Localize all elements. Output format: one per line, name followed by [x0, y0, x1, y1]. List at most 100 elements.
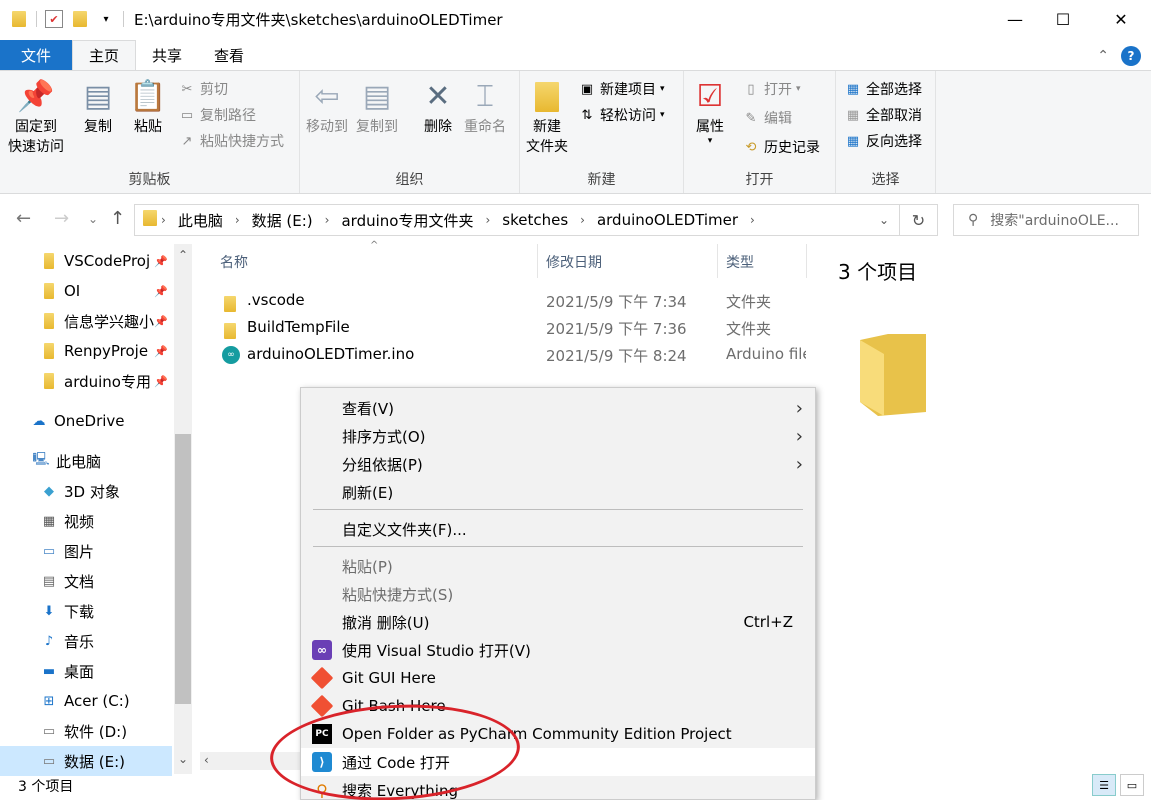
- scroll-down-icon[interactable]: ⌄: [174, 752, 192, 766]
- column-separator[interactable]: [537, 244, 538, 278]
- menu-item-search-everything[interactable]: ⚲ 搜索 Everything: [301, 776, 815, 800]
- up-icon[interactable]: ↑: [110, 208, 125, 229]
- copy-to-button[interactable]: ▤ 复制到: [356, 77, 398, 137]
- group-label: 选择: [871, 172, 900, 188]
- copy-path-button[interactable]: ▭ 复制路径: [178, 105, 256, 125]
- menu-item-undo-delete[interactable]: 撤消 删除(U) Ctrl+Z: [301, 608, 815, 636]
- collapse-ribbon-icon[interactable]: ⌃: [1097, 48, 1109, 64]
- easy-access-button[interactable]: ⇅ 轻松访问 ▾: [578, 105, 665, 125]
- sidebar-item-oi[interactable]: OI 📌: [0, 276, 172, 306]
- forward-icon[interactable]: →: [54, 208, 69, 229]
- sidebar-item-onedrive[interactable]: ☁ OneDrive: [0, 406, 172, 436]
- pin-quick-access-button[interactable]: 📌 固定到 快速访问: [8, 77, 64, 157]
- breadcrumb-drive-e[interactable]: 数据 (E:): [244, 210, 321, 231]
- rename-button[interactable]: ⌶ 重命名: [464, 77, 506, 137]
- copy-button[interactable]: ▤ 复制: [80, 77, 116, 137]
- menu-item-paste-shortcut[interactable]: 粘贴快捷方式(S): [301, 580, 815, 608]
- tab-home[interactable]: 主页: [72, 40, 137, 70]
- breadcrumb-current[interactable]: arduinoOLEDTimer: [589, 211, 746, 229]
- column-separator[interactable]: [717, 244, 718, 278]
- address-dropdown-icon[interactable]: ⌄: [879, 213, 889, 227]
- help-icon[interactable]: ?: [1121, 46, 1141, 66]
- sidebar-scrollbar[interactable]: ⌃ ⌄: [174, 244, 192, 774]
- menu-item-refresh[interactable]: 刷新(E): [301, 478, 815, 506]
- move-to-button[interactable]: ⇦ 移动到: [306, 77, 348, 137]
- delete-button[interactable]: ✕ 删除: [420, 77, 456, 137]
- sidebar-item-vscodeproj[interactable]: VSCodeProj 📌: [0, 246, 172, 276]
- tab-file[interactable]: 文件: [0, 40, 72, 70]
- chevron-right-icon[interactable]: ›: [231, 213, 244, 227]
- select-all-button[interactable]: ▦ 全部选择: [844, 79, 922, 99]
- menu-item-group[interactable]: 分组依据(P) ›: [301, 450, 815, 478]
- menu-item-open-visual-studio[interactable]: ∞ 使用 Visual Studio 打开(V): [301, 636, 815, 664]
- invert-selection-label: 反向选择: [866, 134, 922, 150]
- cut-button[interactable]: ✂ 剪切: [178, 79, 228, 99]
- menu-item-open-pycharm[interactable]: PC Open Folder as PyCharm Community Edit…: [301, 720, 815, 748]
- search-box[interactable]: ⚲ 搜索"arduinoOLE...: [953, 204, 1139, 236]
- details-view-button[interactable]: ☰: [1092, 774, 1116, 796]
- sidebar-item-info-group[interactable]: 信息学兴趣小 📌: [0, 306, 172, 336]
- back-icon[interactable]: ←: [16, 208, 31, 229]
- scrollbar-thumb[interactable]: [175, 434, 191, 704]
- chevron-right-icon[interactable]: ›: [746, 213, 759, 227]
- menu-item-git-bash[interactable]: Git Bash Here: [301, 692, 815, 720]
- menu-item-open-with-code[interactable]: ⟩ 通过 Code 打开: [301, 748, 815, 776]
- tab-view[interactable]: 查看: [198, 40, 260, 70]
- sidebar-item-drive-c[interactable]: ⊞ Acer (C:): [0, 686, 172, 716]
- sidebar-item-documents[interactable]: ▤ 文档: [0, 566, 172, 596]
- close-button[interactable]: ✕: [1098, 0, 1144, 38]
- sidebar-item-drive-e[interactable]: ▭ 数据 (E:): [0, 746, 172, 776]
- paste-button[interactable]: 📋 粘贴: [129, 77, 166, 137]
- properties-quick-icon[interactable]: ✔: [45, 10, 63, 28]
- scroll-left-icon[interactable]: ‹: [204, 753, 209, 767]
- new-folder-quick-icon[interactable]: [71, 10, 89, 28]
- new-folder-button[interactable]: 新建 文件夹: [526, 77, 568, 157]
- large-icons-view-button[interactable]: ▭: [1120, 774, 1144, 796]
- chevron-right-icon[interactable]: ›: [157, 213, 170, 227]
- menu-item-sort[interactable]: 排序方式(O) ›: [301, 422, 815, 450]
- properties-button[interactable]: ☑ 属性 ▾: [692, 77, 728, 146]
- menu-item-customize[interactable]: 自定义文件夹(F)...: [301, 515, 815, 543]
- sidebar-item-this-pc[interactable]: 🖳 此电脑: [0, 446, 172, 476]
- column-header-name[interactable]: 名称: [220, 252, 248, 272]
- sidebar-item-drive-d[interactable]: ▭ 软件 (D:): [0, 716, 172, 746]
- paste-shortcut-button[interactable]: ↗ 粘贴快捷方式: [178, 131, 284, 151]
- chevron-right-icon[interactable]: ›: [321, 213, 334, 227]
- breadcrumb-this-pc[interactable]: 此电脑: [170, 210, 231, 231]
- sidebar-item-videos[interactable]: ▦ 视频: [0, 506, 172, 536]
- address-bar[interactable]: › 此电脑 › 数据 (E:) › arduino专用文件夹 › sketche…: [134, 204, 900, 236]
- chevron-right-icon[interactable]: ›: [481, 213, 494, 227]
- sidebar-item-music[interactable]: ♪ 音乐: [0, 626, 172, 656]
- refresh-icon[interactable]: ↻: [900, 204, 938, 236]
- file-row[interactable]: ∞ arduinoOLEDTimer.ino 2021/5/9 下午 8:24 …: [218, 342, 808, 368]
- file-row[interactable]: BuildTempFile 2021/5/9 下午 7:36 文件夹: [218, 315, 808, 341]
- invert-selection-button[interactable]: ▦ 反向选择: [844, 131, 922, 151]
- scroll-up-icon[interactable]: ⌃: [174, 248, 192, 262]
- menu-item-view[interactable]: 查看(V) ›: [301, 394, 815, 422]
- sidebar-item-3d-objects[interactable]: ◆ 3D 对象: [0, 476, 172, 506]
- history-button[interactable]: ⟲ 历史记录: [742, 137, 820, 157]
- sidebar-item-desktop[interactable]: ▬ 桌面: [0, 656, 172, 686]
- tab-share[interactable]: 共享: [136, 40, 198, 70]
- breadcrumb-arduino[interactable]: arduino专用文件夹: [333, 210, 481, 231]
- menu-item-git-gui[interactable]: Git GUI Here: [301, 664, 815, 692]
- sidebar-item-renpyproje[interactable]: RenpyProje 📌: [0, 336, 172, 366]
- sidebar-item-pictures[interactable]: ▭ 图片: [0, 536, 172, 566]
- breadcrumb-sketches[interactable]: sketches: [494, 211, 576, 229]
- new-item-button[interactable]: ▣ 新建项目 ▾: [578, 79, 665, 99]
- menu-item-paste[interactable]: 粘贴(P): [301, 552, 815, 580]
- customize-quick-access-icon[interactable]: ▾: [97, 10, 115, 28]
- column-header-date[interactable]: 修改日期: [546, 252, 602, 272]
- sidebar-item-downloads[interactable]: ⬇ 下载: [0, 596, 172, 626]
- file-row[interactable]: .vscode 2021/5/9 下午 7:34 文件夹: [218, 288, 808, 314]
- column-separator[interactable]: [806, 244, 807, 278]
- open-button[interactable]: ▯ 打开 ▾: [742, 79, 800, 99]
- column-header-type[interactable]: 类型: [726, 252, 754, 272]
- select-none-button[interactable]: ▦ 全部取消: [844, 105, 922, 125]
- minimize-button[interactable]: —: [992, 0, 1038, 38]
- recent-locations-icon[interactable]: ⌄: [88, 212, 98, 226]
- chevron-right-icon[interactable]: ›: [576, 213, 589, 227]
- sidebar-item-arduino[interactable]: arduino专用 📌: [0, 366, 172, 396]
- edit-button[interactable]: ✎ 编辑: [742, 108, 792, 128]
- maximize-button[interactable]: ☐: [1040, 0, 1086, 38]
